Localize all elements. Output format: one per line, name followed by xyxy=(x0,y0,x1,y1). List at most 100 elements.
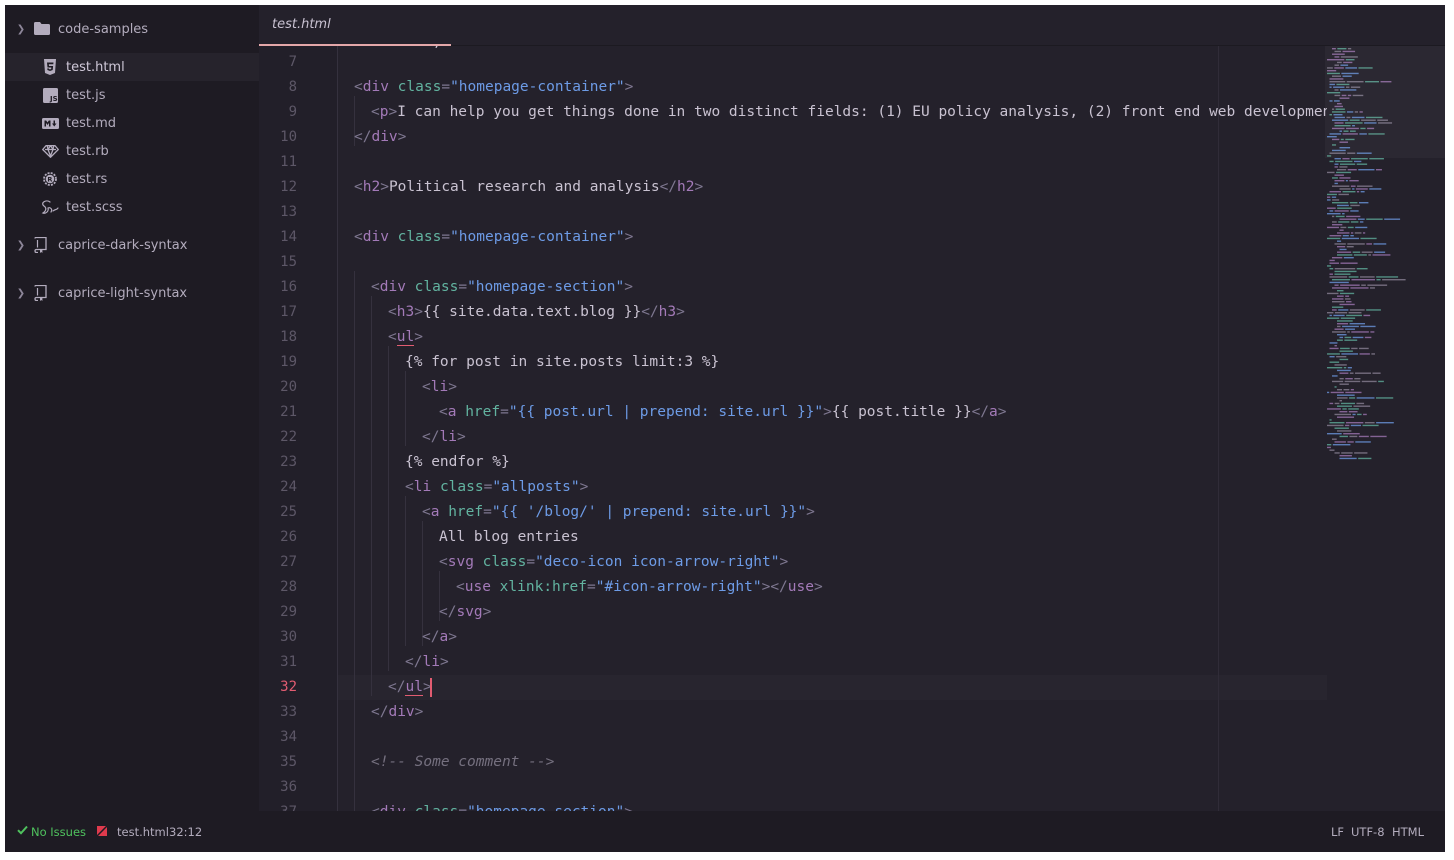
minimap-line xyxy=(1329,273,1333,275)
code-line-28: <use xlink:href="#icon-arrow-right"></us… xyxy=(456,579,823,595)
file-item-test-js[interactable]: JS test.js xyxy=(5,81,259,109)
minimap[interactable] xyxy=(1325,46,1445,466)
minimap-line xyxy=(1361,251,1373,253)
minimap-line xyxy=(1340,347,1350,350)
line-number: 17 xyxy=(280,304,297,320)
minimap-line xyxy=(1332,287,1349,289)
minimap-line xyxy=(1337,246,1346,248)
line-number: 10 xyxy=(280,129,297,145)
minimap-line xyxy=(1368,254,1372,256)
file-item-test-rb[interactable]: test.rb xyxy=(5,137,259,165)
minimap-line xyxy=(1357,413,1362,416)
minimap-line xyxy=(1370,435,1387,438)
minimap-line xyxy=(1334,312,1348,314)
minimap-line xyxy=(1334,270,1357,273)
repo-caprice-light-syntax[interactable]: ❯ caprice-light-syntax xyxy=(5,279,259,307)
minimap-line xyxy=(1347,441,1354,443)
minimap-line xyxy=(1327,424,1344,427)
minimap-line xyxy=(1355,188,1368,190)
minimap-line xyxy=(1344,298,1351,300)
minimap-line xyxy=(1340,402,1355,405)
project-folder[interactable]: ❯ code-samples xyxy=(5,15,259,43)
minimap-line xyxy=(1370,287,1375,289)
repo-caprice-dark-syntax[interactable]: ❯ caprice-dark-syntax xyxy=(5,231,259,259)
minimap-line xyxy=(1334,386,1337,388)
minimap-line xyxy=(1334,402,1340,405)
minimap-line xyxy=(1342,235,1349,237)
code-line-37: <div class="homepage-section"> xyxy=(371,800,633,811)
line-number: 22 xyxy=(280,429,297,445)
minimap-line xyxy=(1332,224,1343,226)
minimap-line xyxy=(1363,413,1367,416)
tab-test-html[interactable]: test.html xyxy=(259,5,451,46)
minimap-line xyxy=(1341,452,1353,454)
minimap-line xyxy=(1349,309,1365,311)
minimap-line xyxy=(1329,259,1335,262)
minimap-line xyxy=(1334,273,1351,275)
minimap-line xyxy=(1327,317,1340,319)
minimap-line xyxy=(1366,309,1381,311)
line-number: 24 xyxy=(280,479,297,495)
minimap-line xyxy=(1339,457,1357,460)
minimap-line xyxy=(1337,320,1353,322)
line-number: 9 xyxy=(288,104,297,120)
minimap-visible-region[interactable] xyxy=(1325,46,1445,158)
minimap-line xyxy=(1332,199,1340,201)
minimap-line xyxy=(1339,188,1351,190)
minimap-line xyxy=(1344,339,1358,341)
code-line-6: , xyxy=(354,46,633,55)
minimap-line xyxy=(1356,191,1360,193)
file-item-test-html[interactable]: test.html xyxy=(5,53,259,81)
minimap-line xyxy=(1334,158,1341,160)
chevron-right-icon: ❯ xyxy=(16,287,26,299)
minimap-line xyxy=(1337,389,1343,391)
minimap-line xyxy=(1327,292,1339,295)
cursor-line-highlight xyxy=(337,675,1327,700)
minimap-line xyxy=(1337,169,1347,171)
text-editor[interactable]: 7 8 9 10 11 12 13 14 15 16 17 18 19 20 21 22 23 24 25 26 27 2… xyxy=(259,46,1445,811)
minimap-line xyxy=(1371,353,1375,355)
indent-guide xyxy=(337,46,338,811)
minimap-line xyxy=(1332,202,1349,204)
minimap-line xyxy=(1332,331,1346,333)
minimap-line xyxy=(1337,416,1355,418)
line-number: 7 xyxy=(288,54,297,70)
repo-label: caprice-light-syntax xyxy=(58,285,188,301)
js-file-icon: JS xyxy=(43,88,58,103)
svg-text:JS: JS xyxy=(49,95,58,103)
indent-guide xyxy=(388,346,389,671)
minimap-line xyxy=(1369,158,1384,160)
minimap-line xyxy=(1364,422,1375,424)
line-number: 36 xyxy=(280,779,297,795)
minimap-line xyxy=(1339,411,1348,413)
minimap-line xyxy=(1332,298,1344,300)
minimap-line xyxy=(1362,424,1379,427)
line-ending-selector[interactable]: LF xyxy=(1331,825,1344,839)
sass-icon xyxy=(41,200,59,215)
current-file[interactable]: test.html xyxy=(117,825,169,839)
linter-status[interactable]: No Issues xyxy=(31,825,86,839)
minimap-line xyxy=(1355,372,1371,374)
minimap-line xyxy=(1336,356,1347,358)
file-label: test.rs xyxy=(66,171,108,187)
minimap-line xyxy=(1355,226,1368,229)
minimap-line xyxy=(1337,325,1341,328)
minimap-line xyxy=(1332,221,1337,223)
cursor-position[interactable]: 32:12 xyxy=(169,825,202,839)
minimap-line xyxy=(1350,232,1354,234)
minimap-line xyxy=(1337,232,1350,234)
minimap-line xyxy=(1376,422,1394,424)
grammar-selector[interactable]: HTML xyxy=(1392,825,1424,839)
file-item-test-rs[interactable]: R test.rs xyxy=(5,165,259,193)
minimap-line xyxy=(1349,323,1365,325)
line-number: 34 xyxy=(280,729,297,745)
encoding-selector[interactable]: UTF-8 xyxy=(1351,825,1385,839)
minimap-line xyxy=(1346,314,1362,317)
minimap-line xyxy=(1337,339,1343,341)
minimap-line xyxy=(1329,268,1334,270)
code-area[interactable]: , <div class="homepage-container"> <p>I … xyxy=(337,46,1327,811)
minimap-line xyxy=(1346,215,1361,218)
file-item-test-md[interactable]: test.md xyxy=(5,109,259,137)
file-item-test-scss[interactable]: test.scss xyxy=(5,193,259,221)
minimap-line xyxy=(1334,268,1356,270)
